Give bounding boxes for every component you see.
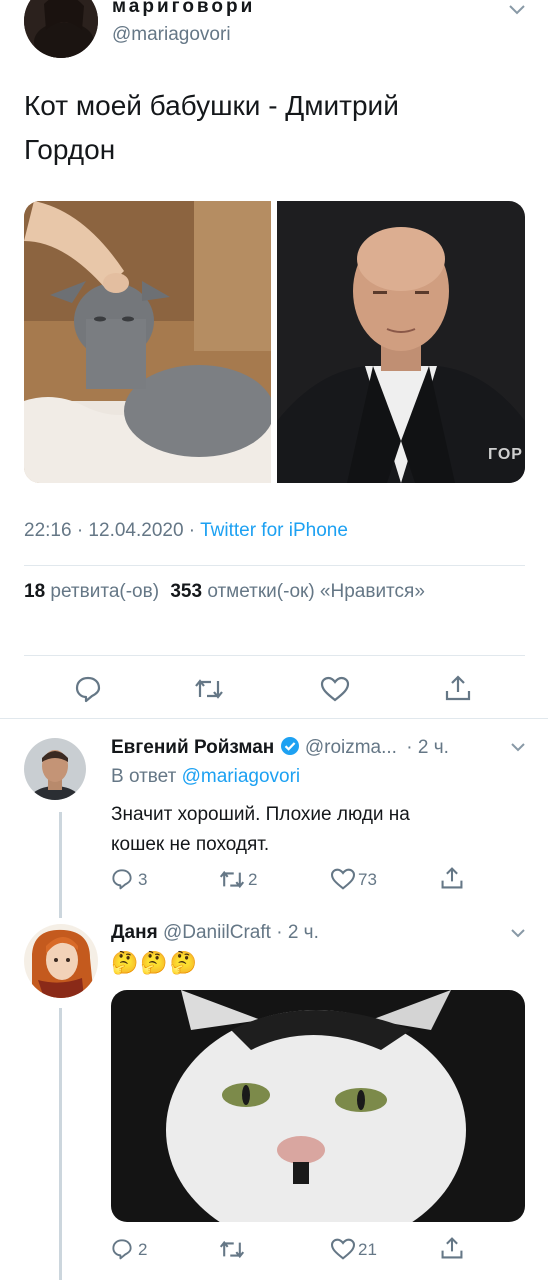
tweet-time: 22:16 · 12.04.2020 · [24,520,201,541]
reply-header: Евгений Ройзман @roizma... · 2 ч. [111,736,449,759]
reply-avatar[interactable] [24,924,98,998]
chevron-down-icon[interactable] [510,928,526,939]
reply-handle[interactable]: @DaniilCraft [163,922,271,943]
reply-icon[interactable] [74,675,102,703]
tweet-timestamp: 22:16 · 12.04.2020 · Twitter for iPhone [24,520,348,542]
reply-icon[interactable] [111,868,133,890]
reply-avatar[interactable] [24,738,86,800]
reply-to-label: В ответ [111,766,182,787]
retweet-icon[interactable] [219,869,245,890]
reply-to-line: В ответ @mariagovori [111,766,300,788]
verified-badge-icon [280,736,300,756]
chevron-down-icon[interactable] [508,4,526,16]
reply-to-link[interactable]: @mariagovori [182,766,301,787]
reply-count: 3 [138,870,148,889]
share-icon[interactable] [440,1236,464,1260]
reply-time: · 2 ч. [276,922,319,943]
retweet-icon[interactable] [194,677,224,701]
reply-text: Значит хороший. Плохие люди на кошек не … [111,800,410,860]
tweet-photo-man[interactable] [277,201,525,483]
tweet-text-line-1: Кот моей бабушки - Дмитрий [24,90,399,121]
author-avatar[interactable] [24,0,98,58]
divider [24,655,525,656]
divider [24,565,525,566]
share-icon[interactable] [440,866,464,890]
author-handle[interactable]: @mariagovori [112,24,231,46]
like-count: 73 [358,870,377,889]
reply-header: Даня @DaniilCraft · 2 ч. [111,922,319,944]
tweet-text: Кот моей бабушки - Дмитрий Гордон [24,84,399,172]
thread-line [59,1008,62,1280]
share-icon[interactable] [444,674,472,702]
tweet-stats: 18 ретвита(-ов) 353 отметки(-ок) «Нравит… [24,581,425,603]
like-icon[interactable] [320,676,350,702]
reply-photo-cat[interactable] [111,990,525,1222]
retweet-count-label[interactable]: ретвита(-ов) [50,581,159,602]
author-display-name[interactable]: мариговори [112,0,255,18]
thread-line [59,812,62,918]
retweet-count: 2 [248,870,258,889]
like-count-label[interactable]: отметки(-ок) «Нравится» [207,581,425,602]
reply-text-line-2: кошек не походят. [111,834,270,855]
divider [0,718,548,719]
retweet-icon[interactable] [219,1239,245,1260]
tweet-photo-cat[interactable] [24,201,271,483]
like-count[interactable]: 353 [170,581,202,602]
photo-watermark: ГОР [488,446,523,463]
like-count: 21 [358,1240,377,1259]
reply-emojis: 🤔🤔🤔 [111,950,200,975]
reply-display-name[interactable]: Даня [111,922,158,943]
chevron-down-icon[interactable] [510,742,526,753]
tweet-text-line-2: Гордон [24,134,116,165]
tweet-source-link[interactable]: Twitter for iPhone [200,520,348,541]
reply-handle[interactable]: @roizma... [305,737,397,758]
reply-text-line-1: Значит хороший. Плохие люди на [111,804,410,825]
retweet-count[interactable]: 18 [24,581,45,602]
reply-count: 2 [138,1240,148,1259]
like-icon[interactable] [330,868,356,890]
reply-time: · 2 ч. [406,737,449,758]
reply-icon[interactable] [111,1238,133,1260]
like-icon[interactable] [330,1238,356,1260]
reply-display-name[interactable]: Евгений Ройзман [111,737,274,758]
